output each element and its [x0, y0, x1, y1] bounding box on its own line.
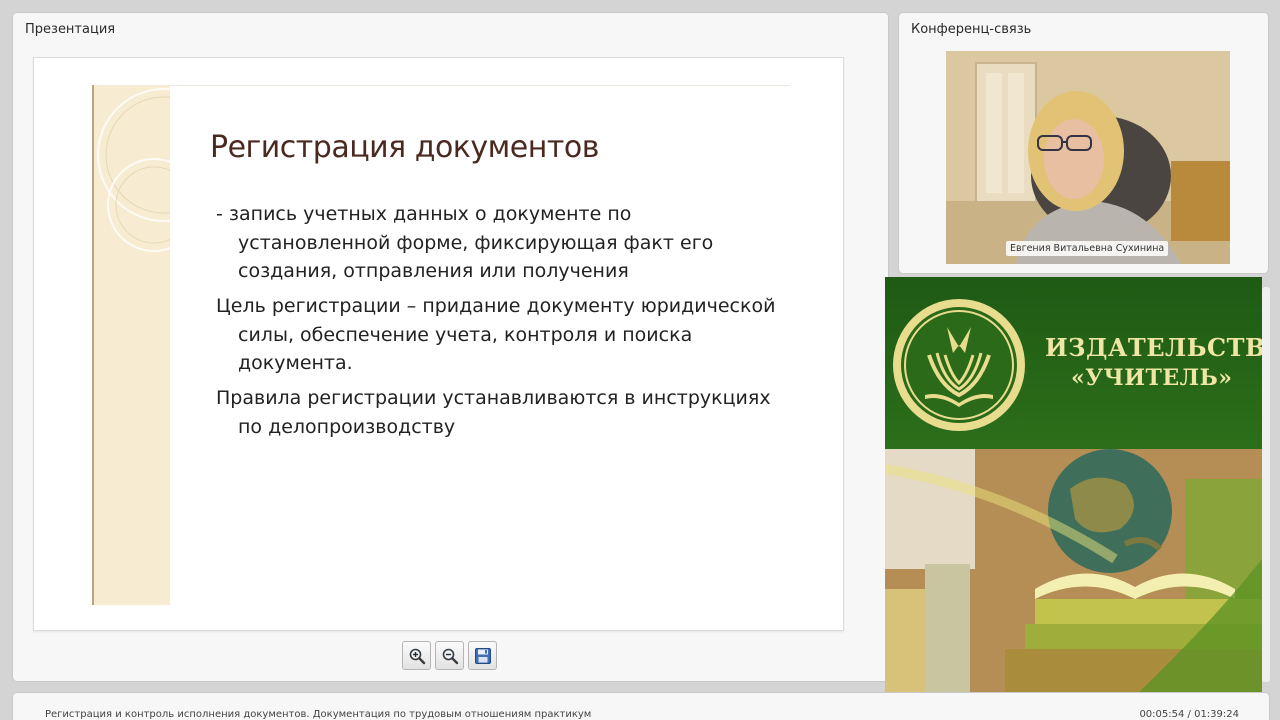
- slide-top-rule: [170, 85, 790, 86]
- publisher-banner-image: [885, 449, 1262, 696]
- zoom-in-button[interactable]: [402, 641, 431, 670]
- publisher-banner: ИЗДАТЕЛЬСТВО «УЧИТЕЛЬ»: [885, 277, 1262, 696]
- slide-title: Регистрация документов: [210, 130, 599, 165]
- publisher-name-line2: «УЧИТЕЛЬ»: [1071, 365, 1233, 391]
- slide-paragraph: Правила регистрации устанавливаются в ин…: [216, 387, 771, 438]
- zoom-out-icon: [442, 648, 458, 664]
- conference-panel: Конференц-связь Евгения Витальевна Сухин…: [898, 12, 1269, 274]
- lecture-title: Регистрация и контроль исполнения докуме…: [45, 709, 592, 720]
- zoom-out-button[interactable]: [435, 641, 464, 670]
- slide-paragraph: - запись учетных данных о документе по у…: [216, 203, 714, 282]
- presentation-panel-title: Презентация: [25, 22, 116, 37]
- conference-panel-title: Конференц-связь: [911, 22, 1032, 37]
- slide-toolbar: [402, 641, 497, 671]
- publisher-name-line1: ИЗДАТЕЛЬСТВО: [1045, 333, 1262, 362]
- time-display: 00:05:54 / 01:39:24: [1139, 709, 1239, 720]
- publisher-logo-icon: [893, 299, 1025, 431]
- slide-paragraph: Цель регистрации – придание документу юр…: [216, 295, 776, 374]
- slide: Регистрация документов - запись учетных …: [33, 57, 844, 631]
- banner-scrollbar[interactable]: [1262, 287, 1270, 682]
- speaker-name-label: Евгения Витальевна Сухинина: [1006, 241, 1169, 256]
- publisher-banner-header: ИЗДАТЕЛЬСТВО «УЧИТЕЛЬ»: [885, 277, 1262, 449]
- save-icon: [474, 647, 491, 664]
- speaker-video: Евгения Витальевна Сухинина: [946, 51, 1230, 264]
- save-button[interactable]: [468, 641, 497, 670]
- presentation-panel: Презентация Регистрация документов - зап…: [12, 12, 889, 682]
- player-bottom-bar: Регистрация и контроль исполнения докуме…: [12, 692, 1270, 720]
- slide-decor-strip: [92, 85, 170, 605]
- zoom-in-icon: [409, 648, 425, 664]
